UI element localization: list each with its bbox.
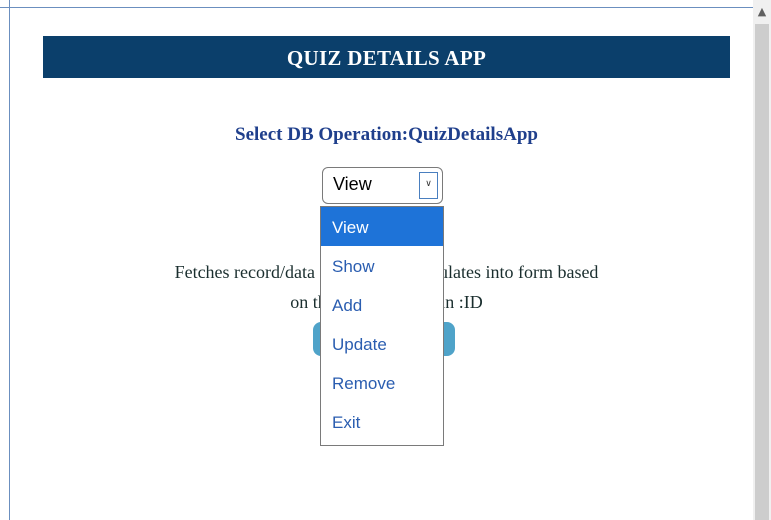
select-current-value: View — [333, 174, 372, 194]
option-update[interactable]: Update — [321, 324, 443, 363]
vertical-scrollbar[interactable]: ▲ — [753, 0, 771, 520]
frame-left-border — [0, 0, 10, 520]
scrollbar-thumb[interactable] — [755, 24, 769, 520]
chevron-up-icon[interactable]: ▲ — [753, 0, 771, 22]
page-subtitle: Select DB Operation:QuizDetailsApp — [235, 124, 538, 145]
option-view[interactable]: View — [321, 207, 443, 246]
option-exit[interactable]: Exit — [321, 402, 443, 441]
option-show[interactable]: Show — [321, 246, 443, 285]
app-header: QUIZ DETAILS APP — [43, 36, 730, 78]
option-remove[interactable]: Remove — [321, 363, 443, 402]
chevron-down-icon[interactable]: ∨ — [419, 172, 438, 199]
operation-dropdown-list: View Show Add Update Remove Exit — [320, 206, 444, 446]
frame-top-border — [0, 0, 753, 8]
option-add[interactable]: Add — [321, 285, 443, 324]
operation-select[interactable]: View ∨ — [322, 167, 443, 204]
